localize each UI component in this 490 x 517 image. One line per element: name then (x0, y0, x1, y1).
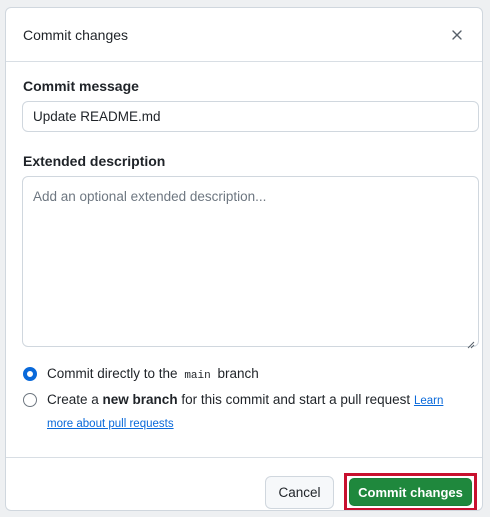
commit-changes-button[interactable]: Commit changes (349, 478, 472, 506)
extended-description-textarea[interactable] (22, 176, 479, 347)
commit-dialog: Commit changes Commit message Extended d… (5, 7, 483, 511)
commit-button-highlight: Commit changes (344, 473, 477, 510)
dialog-footer: Cancel Commit changes (6, 457, 482, 510)
branch-name: main (184, 370, 211, 382)
cancel-button[interactable]: Cancel (265, 476, 334, 509)
radio-new-branch[interactable] (23, 393, 37, 407)
extended-description-label: Extended description (23, 153, 166, 169)
new-branch-option[interactable]: Create a new branch for this commit and … (23, 389, 468, 435)
dialog-title: Commit changes (23, 26, 129, 43)
new-branch-label: Create a new branch for this commit and … (47, 392, 444, 430)
radio-commit-direct[interactable] (23, 367, 37, 381)
resize-grip-icon[interactable] (465, 339, 475, 349)
commit-message-label: Commit message (23, 78, 139, 94)
commit-direct-option[interactable]: Commit directly to the main branch (23, 363, 259, 387)
commit-message-input[interactable] (22, 101, 479, 132)
commit-direct-label: Commit directly to the main branch (47, 366, 259, 382)
dialog-header: Commit changes (6, 8, 482, 62)
close-icon[interactable] (446, 24, 468, 46)
